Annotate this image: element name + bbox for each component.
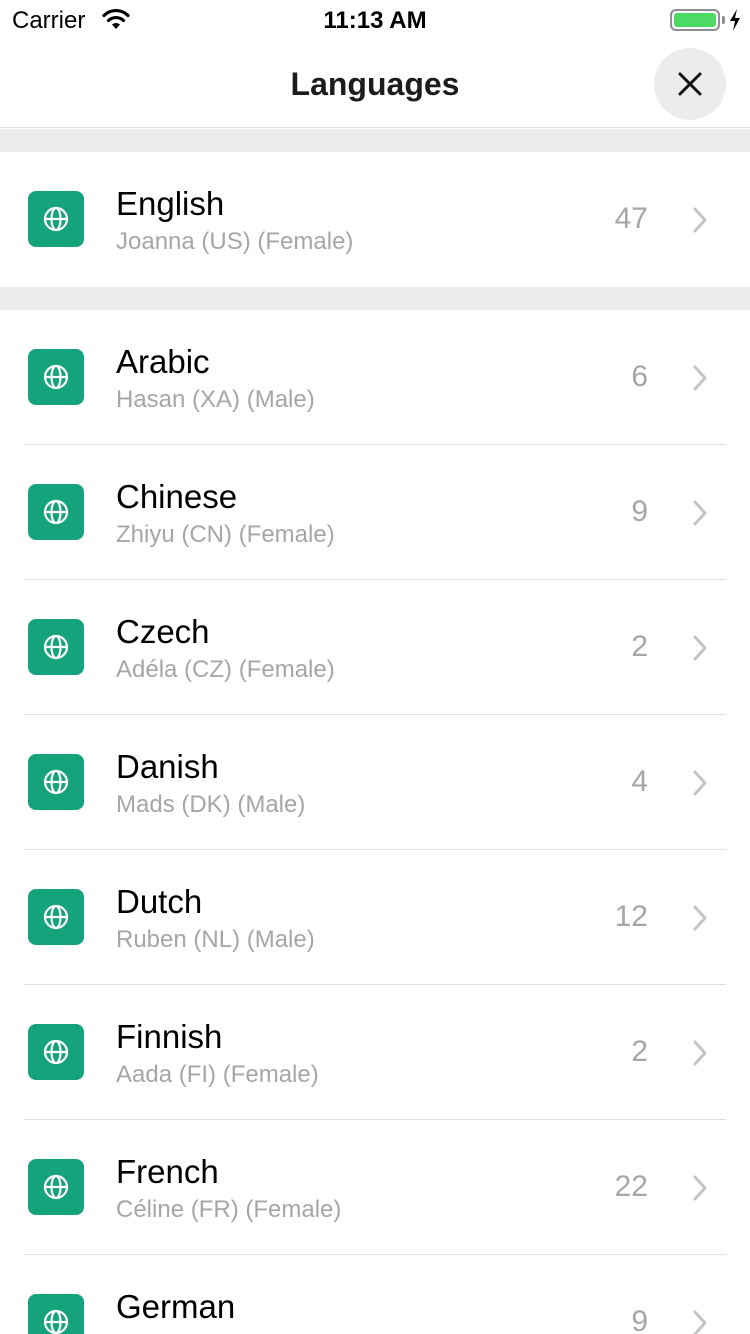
battery-tip — [722, 16, 725, 24]
chevron-right-icon — [693, 905, 707, 931]
voice-count: 6 — [631, 360, 648, 393]
voice-label: Hasan (XA) (Male) — [116, 386, 315, 413]
language-badge — [28, 484, 84, 540]
chevron-right-icon — [693, 1175, 707, 1201]
voice-count: 22 — [614, 1170, 648, 1203]
voice-count: 9 — [631, 1305, 648, 1334]
chevron-right-icon — [693, 770, 707, 796]
globe-icon — [43, 1039, 69, 1065]
voice-count: 2 — [631, 630, 648, 663]
battery-icon — [670, 9, 720, 31]
battery-level-fill — [674, 13, 716, 27]
language-badge — [28, 1159, 84, 1215]
language-name: Arabic — [116, 343, 210, 380]
globe-icon — [43, 499, 69, 525]
status-time: 11:13 AM — [323, 7, 427, 34]
voice-count: 12 — [614, 900, 648, 933]
voice-count: 2 — [631, 1035, 648, 1068]
language-name: German — [116, 1288, 236, 1325]
language-badge — [28, 1294, 84, 1334]
language-name: Finnish — [116, 1018, 223, 1055]
chevron-right-icon — [693, 1310, 707, 1334]
language-name: Danish — [116, 748, 219, 785]
close-icon — [678, 72, 702, 96]
voice-label: Céline (FR) (Female) — [116, 1196, 342, 1223]
language-row-french[interactable]: French Céline (FR) (Female) 22 — [0, 1120, 750, 1255]
close-button[interactable] — [654, 48, 726, 120]
language-name: Czech — [116, 613, 210, 650]
language-name: French — [116, 1153, 219, 1190]
language-name: Dutch — [116, 883, 203, 920]
navigation-bar: Languages — [0, 40, 750, 128]
voice-label: Aada (FI) (Female) — [116, 1061, 319, 1088]
section-separator — [0, 129, 750, 152]
language-name: Chinese — [116, 478, 238, 515]
voice-count: 4 — [631, 765, 648, 798]
language-badge — [28, 619, 84, 675]
globe-icon — [43, 1309, 69, 1334]
language-row-czech[interactable]: Czech Adéla (CZ) (Female) 2 — [0, 580, 750, 715]
language-row-danish[interactable]: Danish Mads (DK) (Male) 4 — [0, 715, 750, 850]
language-badge — [28, 1024, 84, 1080]
charging-bolt-icon — [730, 9, 740, 31]
language-badge — [28, 349, 84, 405]
language-row-finnish[interactable]: Finnish Aada (FI) (Female) 2 — [0, 985, 750, 1120]
language-row-english[interactable]: English Joanna (US) (Female) 47 — [0, 152, 750, 287]
voice-label: Joanna (US) (Female) — [116, 228, 354, 255]
voice-label: Mads (DK) (Male) — [116, 791, 306, 818]
language-row-dutch[interactable]: Dutch Ruben (NL) (Male) 12 — [0, 850, 750, 985]
page-title: Languages — [290, 66, 460, 102]
language-badge — [28, 889, 84, 945]
globe-icon — [43, 904, 69, 930]
chevron-right-icon — [693, 500, 707, 526]
chevron-right-icon — [693, 1040, 707, 1066]
voice-label: Adéla (CZ) (Female) — [116, 656, 335, 683]
language-badge — [28, 191, 84, 247]
section-separator — [0, 287, 750, 310]
globe-icon — [43, 769, 69, 795]
voice-count: 9 — [631, 495, 648, 528]
language-row-chinese[interactable]: Chinese Zhiyu (CN) (Female) 9 — [0, 445, 750, 580]
voice-label: Ruben (NL) (Male) — [116, 926, 315, 953]
language-name: English — [116, 185, 225, 222]
language-row-german[interactable]: German 9 — [0, 1255, 750, 1334]
globe-icon — [43, 364, 69, 390]
language-row-arabic[interactable]: Arabic Hasan (XA) (Male) 6 — [0, 310, 750, 445]
chevron-right-icon — [693, 365, 707, 391]
voice-label: Zhiyu (CN) (Female) — [116, 521, 335, 548]
chevron-right-icon — [693, 635, 707, 661]
language-badge — [28, 754, 84, 810]
status-bar: Carrier 11:13 AM — [0, 0, 750, 40]
voice-count: 47 — [614, 202, 648, 235]
globe-icon — [43, 634, 69, 660]
globe-icon — [43, 1174, 69, 1200]
chevron-right-icon — [693, 207, 707, 233]
globe-icon — [43, 206, 69, 232]
